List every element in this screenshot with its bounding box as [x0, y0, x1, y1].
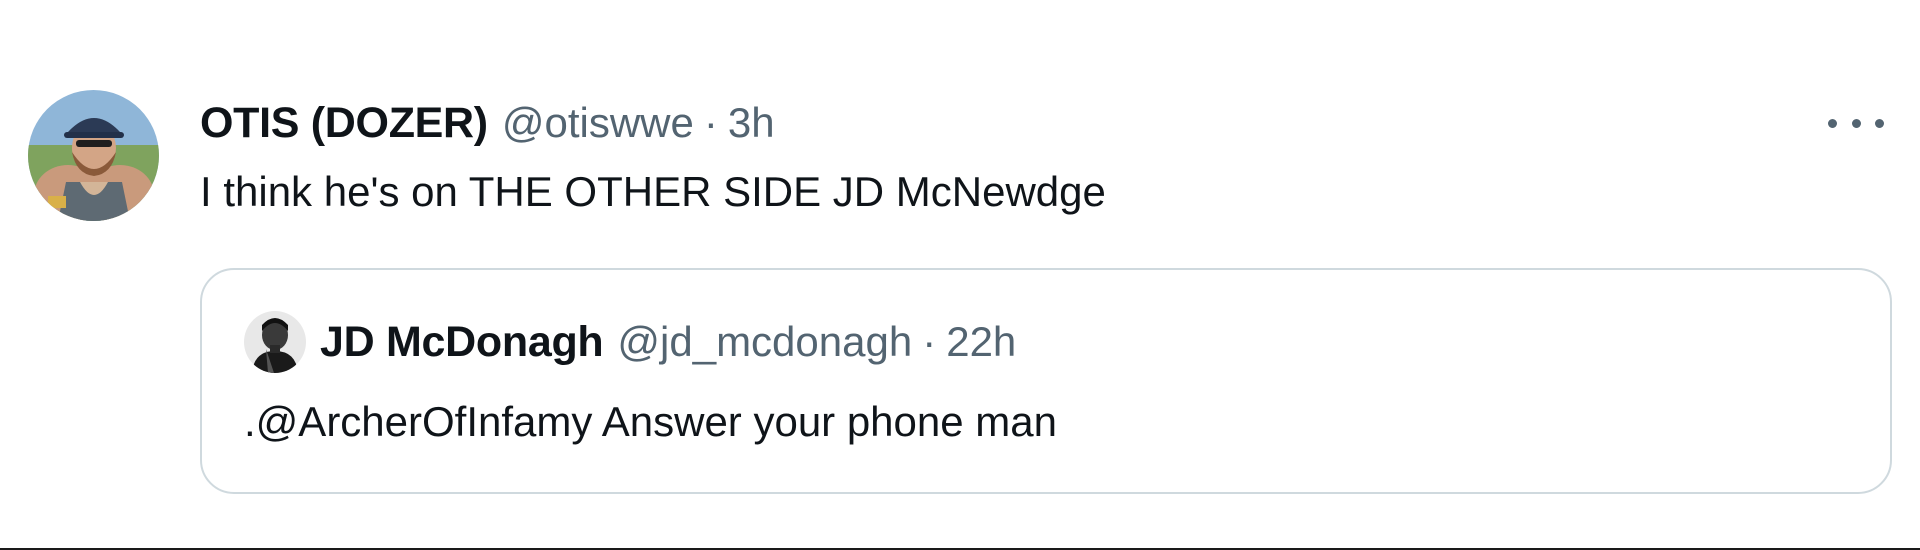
- avatar-photo-icon: [244, 311, 306, 373]
- quoted-author-avatar[interactable]: [244, 311, 306, 373]
- author-display-name[interactable]: OTIS (DOZER): [200, 99, 488, 148]
- tweet-text: I think he's on THE OTHER SIDE JD McNewd…: [200, 168, 1106, 215]
- quoted-tweet-text: .@ArcherOfInfamy Answer your phone man: [244, 398, 1057, 445]
- tweet-header: OTIS (DOZER) @otiswwe · 3h: [200, 95, 775, 151]
- more-dot: [1875, 118, 1884, 128]
- avatar-photo-icon: [28, 90, 159, 221]
- quoted-author-handle[interactable]: @jd_mcdonagh: [617, 318, 912, 366]
- separator-dot: ·: [922, 318, 937, 365]
- quoted-author-display-name[interactable]: JD McDonagh: [320, 318, 604, 367]
- author-avatar[interactable]: [28, 90, 159, 221]
- separator-dot: ·: [703, 99, 718, 146]
- more-dot: [1851, 118, 1861, 128]
- quoted-tweet-card[interactable]: JD McDonagh @jd_mcdonagh · 22h .@ArcherO…: [200, 268, 1892, 494]
- quoted-tweet-header: JD McDonagh @jd_mcdonagh · 22h: [244, 310, 1016, 374]
- more-dot: [1828, 118, 1837, 128]
- tweet-timestamp[interactable]: 3h: [728, 99, 775, 147]
- author-handle[interactable]: @otiswwe: [502, 99, 694, 147]
- quoted-tweet-timestamp[interactable]: 22h: [946, 318, 1016, 366]
- tweet-container: OTIS (DOZER) @otiswwe · 3h I think he's …: [0, 0, 1920, 550]
- more-options-icon[interactable]: [1828, 108, 1884, 138]
